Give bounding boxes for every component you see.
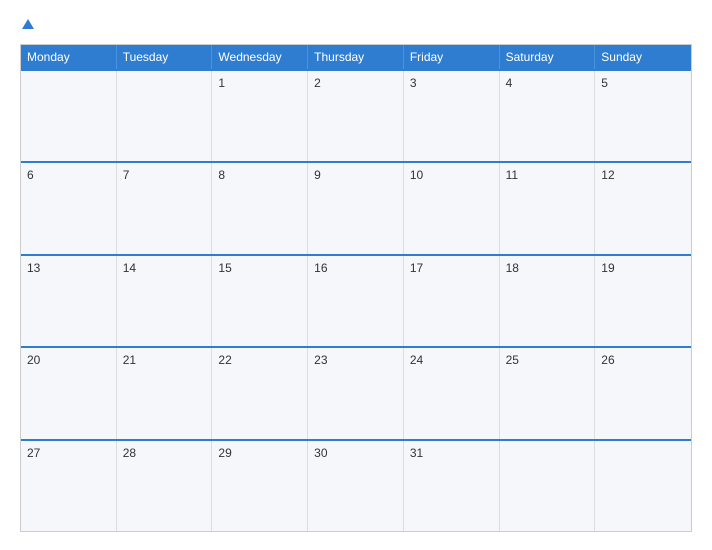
day-cell: 11 [500, 163, 596, 253]
day-number: 27 [27, 446, 110, 460]
day-number: 19 [601, 261, 685, 275]
day-number: 11 [506, 168, 589, 182]
day-number: 5 [601, 76, 685, 90]
day-number: 15 [218, 261, 301, 275]
day-cell: 19 [595, 256, 691, 346]
week-row-3: 20 21 22 23 24 25 26 [21, 346, 691, 438]
day-cell: 12 [595, 163, 691, 253]
day-cell: 3 [404, 71, 500, 161]
day-cell: 6 [21, 163, 117, 253]
day-number: 22 [218, 353, 301, 367]
day-number: 24 [410, 353, 493, 367]
week-row-2: 13 14 15 16 17 18 19 [21, 254, 691, 346]
day-cell: 5 [595, 71, 691, 161]
day-cell: 30 [308, 441, 404, 531]
day-cell: 23 [308, 348, 404, 438]
logo-line1 [20, 18, 34, 34]
day-cell [117, 71, 213, 161]
day-number: 10 [410, 168, 493, 182]
day-cell: 22 [212, 348, 308, 438]
day-header-saturday: Saturday [500, 45, 596, 69]
day-cell: 25 [500, 348, 596, 438]
day-number: 30 [314, 446, 397, 460]
day-number: 9 [314, 168, 397, 182]
day-cell: 10 [404, 163, 500, 253]
day-number: 12 [601, 168, 685, 182]
day-number: 23 [314, 353, 397, 367]
day-number: 13 [27, 261, 110, 275]
day-cell: 2 [308, 71, 404, 161]
day-header-sunday: Sunday [595, 45, 691, 69]
day-cell: 21 [117, 348, 213, 438]
day-number: 3 [410, 76, 493, 90]
week-row-4: 27 28 29 30 31 [21, 439, 691, 531]
day-cell [500, 441, 596, 531]
day-number: 18 [506, 261, 589, 275]
day-cell: 8 [212, 163, 308, 253]
day-cell: 28 [117, 441, 213, 531]
day-cell [21, 71, 117, 161]
day-number: 31 [410, 446, 493, 460]
day-cell: 24 [404, 348, 500, 438]
day-header-thursday: Thursday [308, 45, 404, 69]
logo-triangle-icon [22, 19, 34, 29]
day-cell: 14 [117, 256, 213, 346]
day-cell: 31 [404, 441, 500, 531]
day-number: 6 [27, 168, 110, 182]
day-header-monday: Monday [21, 45, 117, 69]
day-cell: 29 [212, 441, 308, 531]
day-header-friday: Friday [404, 45, 500, 69]
logo [20, 18, 34, 34]
day-number: 7 [123, 168, 206, 182]
day-header-tuesday: Tuesday [117, 45, 213, 69]
day-cell: 13 [21, 256, 117, 346]
day-number: 4 [506, 76, 589, 90]
day-cell: 18 [500, 256, 596, 346]
day-cell: 27 [21, 441, 117, 531]
day-cell: 15 [212, 256, 308, 346]
day-number: 2 [314, 76, 397, 90]
calendar: MondayTuesdayWednesdayThursdayFridaySatu… [20, 44, 692, 532]
day-cell: 4 [500, 71, 596, 161]
day-cell [595, 441, 691, 531]
day-number: 14 [123, 261, 206, 275]
day-cell: 9 [308, 163, 404, 253]
day-number: 1 [218, 76, 301, 90]
day-cell: 16 [308, 256, 404, 346]
day-number: 8 [218, 168, 301, 182]
day-number: 26 [601, 353, 685, 367]
day-cell: 1 [212, 71, 308, 161]
week-row-1: 6789 10 11 12 [21, 161, 691, 253]
day-cell: 17 [404, 256, 500, 346]
day-number: 28 [123, 446, 206, 460]
day-number: 29 [218, 446, 301, 460]
day-cell: 20 [21, 348, 117, 438]
day-number: 25 [506, 353, 589, 367]
day-number: 16 [314, 261, 397, 275]
page: MondayTuesdayWednesdayThursdayFridaySatu… [0, 0, 712, 550]
weeks: 1234567891011121314151617181920212223242… [21, 69, 691, 531]
header [20, 18, 692, 34]
day-number: 21 [123, 353, 206, 367]
day-cell: 7 [117, 163, 213, 253]
day-headers: MondayTuesdayWednesdayThursdayFridaySatu… [21, 45, 691, 69]
day-header-wednesday: Wednesday [212, 45, 308, 69]
day-cell: 26 [595, 348, 691, 438]
day-number: 17 [410, 261, 493, 275]
week-row-0: 12345 [21, 69, 691, 161]
day-number: 20 [27, 353, 110, 367]
